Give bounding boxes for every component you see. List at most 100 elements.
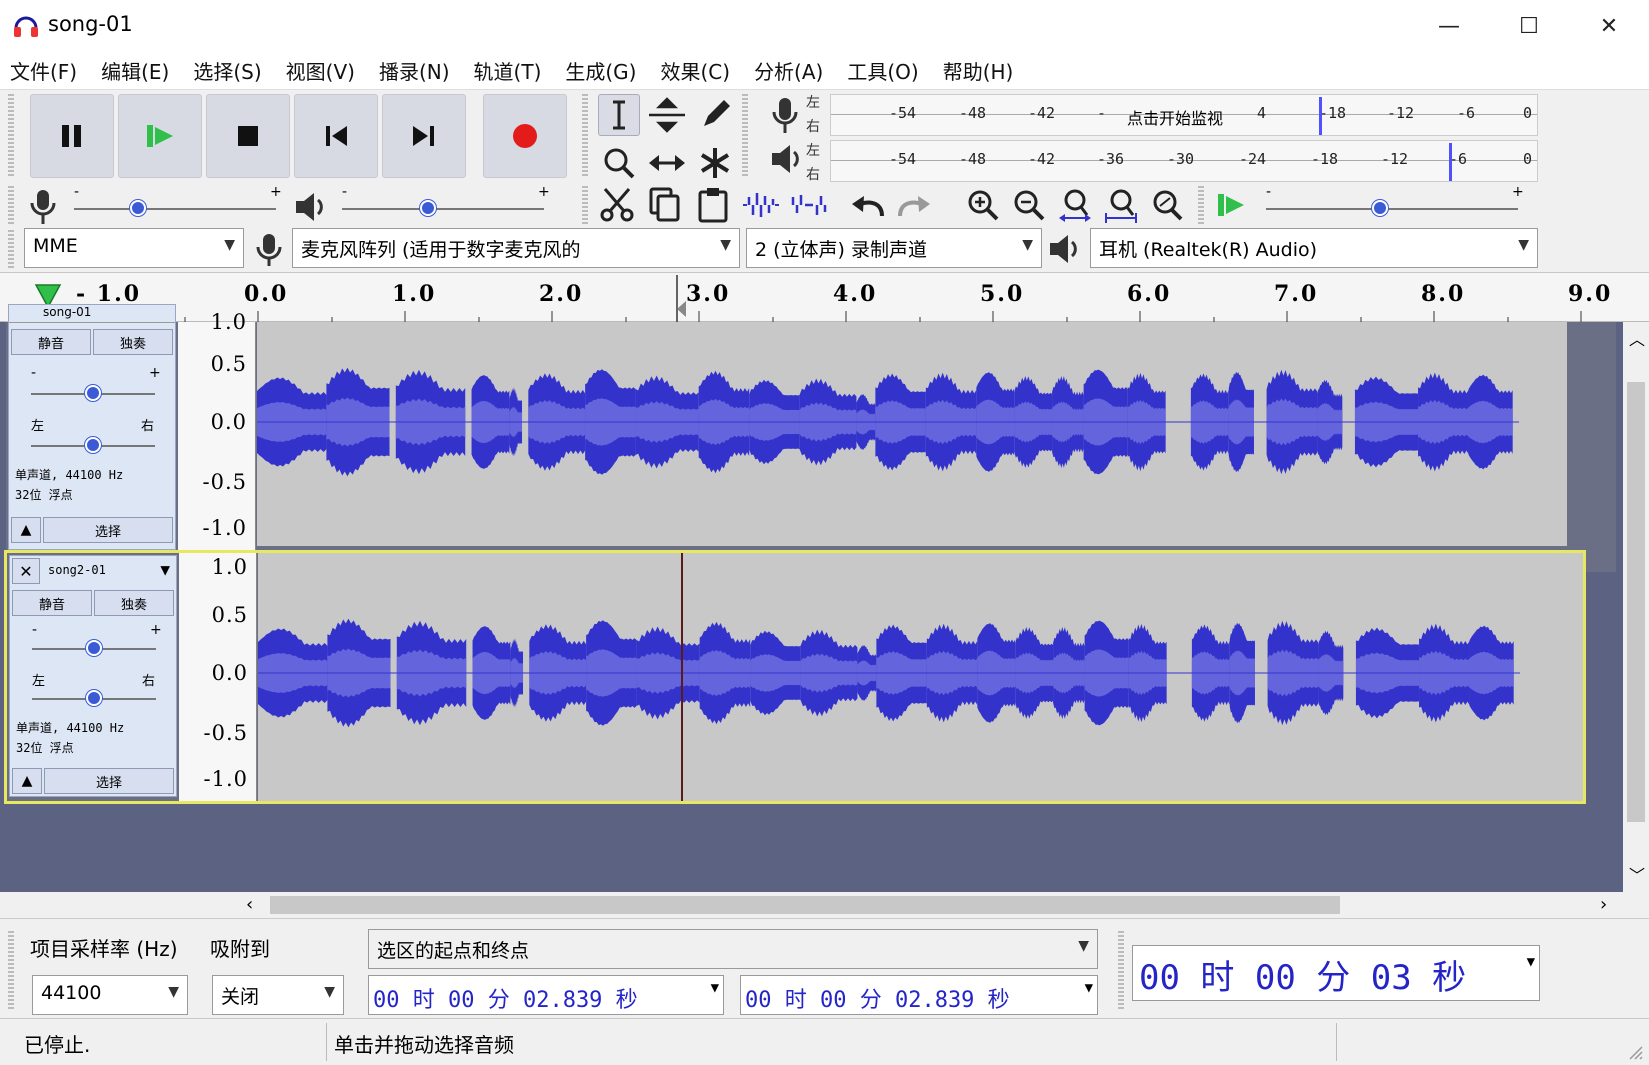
select-track-button[interactable]: 选择 bbox=[44, 768, 174, 794]
toolbar-grip[interactable] bbox=[582, 94, 588, 176]
play-button[interactable] bbox=[118, 94, 202, 178]
track-name-menu[interactable]: song2-01▼ bbox=[44, 558, 174, 584]
close-button[interactable]: ✕ bbox=[1569, 0, 1649, 52]
toolbar-grip[interactable] bbox=[582, 186, 588, 226]
skip-start-button[interactable] bbox=[294, 94, 378, 178]
menu-effect[interactable]: 效果(C) bbox=[660, 56, 730, 85]
scroll-up-icon[interactable]: ︿ bbox=[1629, 326, 1645, 350]
scroll-thumb[interactable] bbox=[1627, 382, 1645, 822]
project-rate-select[interactable]: 44100▼ bbox=[32, 975, 188, 1015]
collapse-track-button[interactable]: ▲ bbox=[12, 768, 42, 794]
record-button[interactable] bbox=[483, 94, 567, 178]
snap-to-select[interactable]: 关闭▼ bbox=[212, 975, 344, 1015]
toolbar-grip[interactable] bbox=[1198, 186, 1204, 226]
record-volume-slider[interactable]: - + bbox=[70, 188, 282, 222]
solo-button[interactable]: 独奏 bbox=[93, 329, 173, 355]
record-meter-mic-icon[interactable] bbox=[770, 96, 800, 136]
track-name[interactable]: song-01 bbox=[9, 305, 175, 323]
gain-thumb[interactable] bbox=[86, 640, 102, 656]
copy-button[interactable] bbox=[644, 184, 686, 226]
solo-button[interactable]: 独奏 bbox=[94, 590, 174, 616]
select-track-button[interactable]: 选择 bbox=[43, 517, 173, 543]
audio-position-display[interactable]: 00 时 00 分 03 秒▼ bbox=[1132, 945, 1540, 1001]
pause-button[interactable] bbox=[30, 94, 114, 178]
play-speed-slider[interactable]: - + bbox=[1262, 188, 1524, 222]
menu-tracks[interactable]: 轨道(T) bbox=[474, 56, 542, 85]
menu-select[interactable]: 选择(S) bbox=[193, 56, 261, 85]
output-device-select[interactable]: 耳机 (Realtek(R) Audio)▼ bbox=[1090, 228, 1538, 268]
scroll-thumb[interactable] bbox=[270, 896, 1340, 914]
play-volume-slider[interactable]: - + bbox=[338, 188, 550, 222]
multi-tool[interactable] bbox=[694, 142, 736, 184]
scroll-right-icon[interactable]: › bbox=[1600, 894, 1607, 915]
mute-button[interactable]: 静音 bbox=[12, 590, 92, 616]
zoom-out-button[interactable] bbox=[1008, 184, 1050, 226]
menu-view[interactable]: 视图(V) bbox=[286, 56, 355, 85]
menu-help[interactable]: 帮助(H) bbox=[943, 56, 1014, 85]
pan-thumb[interactable] bbox=[86, 690, 102, 706]
toolbar-grip[interactable] bbox=[8, 186, 14, 226]
play-at-speed-button[interactable] bbox=[1210, 184, 1252, 226]
trim-button[interactable] bbox=[740, 184, 782, 226]
menu-generate[interactable]: 生成(G) bbox=[565, 56, 636, 85]
play-meter[interactable]: -54 -48 -42 -36 -30 -24 -18 -12 -6 0 bbox=[830, 140, 1538, 182]
audio-host-select[interactable]: MME▼ bbox=[24, 228, 244, 268]
undo-button[interactable] bbox=[846, 184, 888, 226]
toolbar-grip[interactable] bbox=[1118, 931, 1124, 1011]
selection-end-time[interactable]: 00 时 00 分 02.839 秒▼ bbox=[740, 975, 1098, 1015]
paste-button[interactable] bbox=[692, 184, 734, 226]
selection-start-time[interactable]: 00 时 00 分 02.839 秒▼ bbox=[368, 975, 724, 1015]
slider-thumb[interactable] bbox=[420, 200, 436, 216]
audio-track[interactable]: song-01 静音 独奏 - + 左 右 单声道, 44100 Hz 32位 … bbox=[6, 322, 1616, 572]
timeline-ruler[interactable]: - 1.0 0.0 1.0 2.0 3.0 4.0 5.0 6.0 7.0 8.… bbox=[0, 272, 1649, 322]
menu-edit[interactable]: 编辑(E) bbox=[101, 56, 169, 85]
time-shift-tool[interactable] bbox=[646, 142, 688, 184]
waveform[interactable] bbox=[258, 553, 1583, 801]
cut-button[interactable] bbox=[596, 184, 638, 226]
selection-mode-select[interactable]: 选区的起点和终点▼ bbox=[368, 929, 1098, 969]
close-track-button[interactable]: ✕ bbox=[12, 558, 40, 584]
waveform[interactable] bbox=[257, 322, 1567, 546]
gain-thumb[interactable] bbox=[85, 385, 101, 401]
tracks-area[interactable]: song-01 静音 独奏 - + 左 右 单声道, 44100 Hz 32位 … bbox=[0, 322, 1623, 892]
horizontal-scrollbar[interactable]: ‹ › bbox=[0, 892, 1649, 918]
toolbar-grip[interactable] bbox=[8, 230, 14, 270]
collapse-track-button[interactable]: ▲ bbox=[11, 517, 41, 543]
mute-button[interactable]: 静音 bbox=[11, 329, 91, 355]
skip-end-button[interactable] bbox=[382, 94, 466, 178]
menu-analyze[interactable]: 分析(A) bbox=[754, 56, 823, 85]
audio-track-selected[interactable]: ✕ song2-01▼ 静音 独奏 - + 左 右 单声道, 44100 Hz … bbox=[4, 550, 1586, 804]
stop-button[interactable] bbox=[206, 94, 290, 178]
selection-tool[interactable] bbox=[598, 94, 640, 136]
draw-tool[interactable] bbox=[694, 94, 736, 136]
silence-button[interactable] bbox=[788, 184, 830, 226]
zoom-toggle-button[interactable] bbox=[1146, 184, 1188, 226]
envelope-tool[interactable] bbox=[646, 94, 688, 136]
fit-project-button[interactable] bbox=[1100, 184, 1142, 226]
slider-thumb[interactable] bbox=[130, 200, 146, 216]
play-meter-speaker-icon[interactable] bbox=[770, 142, 804, 176]
minimize-button[interactable]: — bbox=[1409, 0, 1489, 52]
pan-thumb[interactable] bbox=[85, 437, 101, 453]
zoom-tool[interactable] bbox=[598, 142, 640, 184]
resize-grip-icon[interactable] bbox=[1628, 1045, 1644, 1061]
redo-button[interactable] bbox=[894, 184, 936, 226]
toolbar-grip[interactable] bbox=[742, 94, 748, 176]
maximize-button[interactable]: ☐ bbox=[1489, 0, 1569, 52]
input-device-select[interactable]: 麦克风阵列 (适用于数字麦克风的▼ bbox=[292, 228, 740, 268]
menu-tools[interactable]: 工具(O) bbox=[847, 56, 918, 85]
amplitude-label: 0.0 bbox=[211, 410, 247, 434]
menu-transport[interactable]: 播录(N) bbox=[379, 56, 450, 85]
zoom-in-button[interactable] bbox=[962, 184, 1004, 226]
toolbar-grip[interactable] bbox=[8, 94, 14, 176]
fit-selection-button[interactable] bbox=[1054, 184, 1096, 226]
channels-select[interactable]: 2 (立体声) 录制声道▼ bbox=[746, 228, 1042, 268]
scroll-down-icon[interactable]: ﹀ bbox=[1629, 862, 1645, 886]
menu-file[interactable]: 文件(F) bbox=[10, 56, 77, 85]
toolbar-grip[interactable] bbox=[8, 931, 14, 1011]
slider-thumb[interactable] bbox=[1372, 200, 1388, 216]
chevron-down-icon: ▼ bbox=[168, 984, 179, 1000]
scroll-left-icon[interactable]: ‹ bbox=[246, 894, 253, 915]
vertical-scrollbar[interactable]: ︿ ﹀ bbox=[1623, 322, 1649, 892]
record-meter[interactable]: -54 -48 -42 - 点击开始监视 4 -18 -12 -6 0 bbox=[830, 94, 1538, 136]
